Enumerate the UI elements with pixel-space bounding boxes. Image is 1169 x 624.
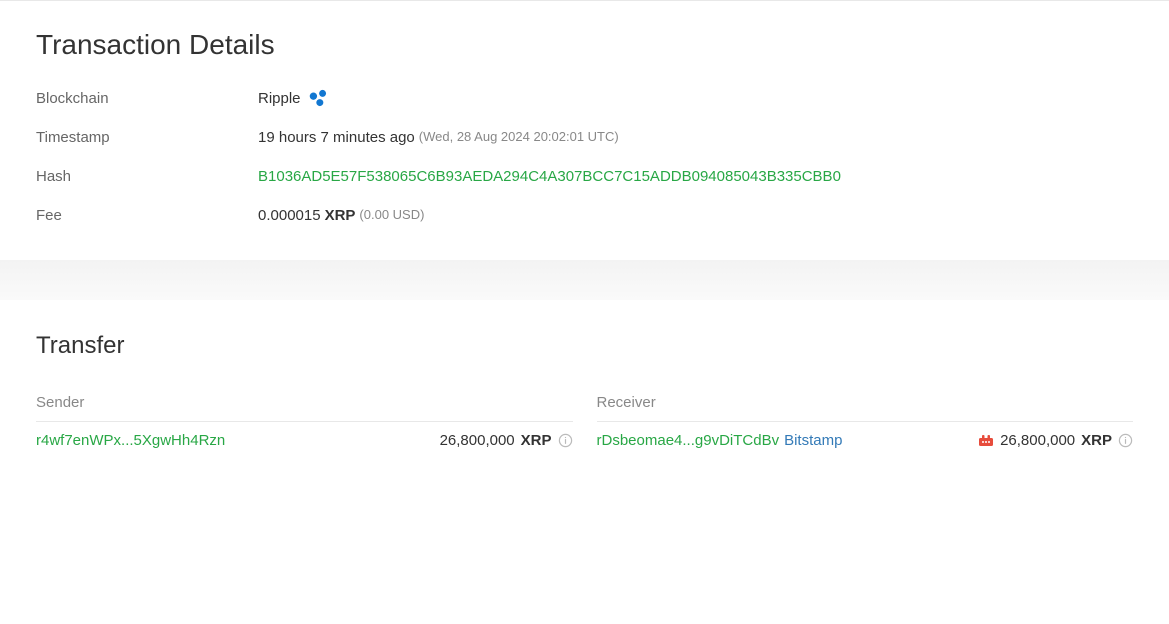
label-hash: Hash [36, 166, 258, 187]
value-blockchain: Ripple [258, 88, 301, 109]
transfer-title: Transfer [36, 332, 1133, 360]
info-icon[interactable] [558, 433, 573, 448]
receiver-address-link[interactable]: rDsbeomae4...g9vDiTCdBv [597, 432, 780, 449]
sender-symbol: XRP [521, 432, 552, 449]
ripple-icon [307, 87, 329, 109]
row-hash: Hash B1036AD5E57F538065C6B93AEDA294C4A30… [36, 166, 1133, 187]
fee-symbol: XRP [325, 205, 356, 226]
label-blockchain: Blockchain [36, 88, 258, 109]
fee-amount: 0.000015 [258, 205, 321, 226]
alert-icon [978, 434, 994, 448]
label-fee: Fee [36, 205, 258, 226]
receiver-header: Receiver [597, 394, 1134, 422]
receiver-row: rDsbeomae4...g9vDiTCdBv Bitstamp [597, 432, 1134, 449]
sender-header: Sender [36, 394, 573, 422]
row-timestamp: Timestamp 19 hours 7 minutes ago (Wed, 2… [36, 127, 1133, 148]
receiver-tag-link[interactable]: Bitstamp [784, 432, 842, 449]
value-timestamp-relative: 19 hours 7 minutes ago [258, 127, 415, 148]
page-title: Transaction Details [36, 29, 1133, 61]
fee-usd: (0.00 USD) [359, 206, 424, 224]
row-blockchain: Blockchain Ripple [36, 87, 1133, 109]
sender-amount: 26,800,000 [440, 432, 515, 449]
receiver-symbol: XRP [1081, 432, 1112, 449]
sender-address-link[interactable]: r4wf7enWPx...5XgwHh4Rzn [36, 432, 225, 449]
label-timestamp: Timestamp [36, 127, 258, 148]
section-divider [0, 260, 1169, 300]
sender-column: Sender r4wf7enWPx...5XgwHh4Rzn 26,800,00… [36, 394, 573, 449]
receiver-amount: 26,800,000 [1000, 432, 1075, 449]
info-icon[interactable] [1118, 433, 1133, 448]
row-fee: Fee 0.000015 XRP (0.00 USD) [36, 205, 1133, 226]
sender-row: r4wf7enWPx...5XgwHh4Rzn 26,800,000 XRP [36, 432, 573, 449]
receiver-column: Receiver rDsbeomae4...g9vDiTCdBv Bitstam… [597, 394, 1134, 449]
hash-link[interactable]: B1036AD5E57F538065C6B93AEDA294C4A307BCC7… [258, 166, 841, 187]
value-timestamp-absolute: (Wed, 28 Aug 2024 20:02:01 UTC) [419, 128, 619, 146]
